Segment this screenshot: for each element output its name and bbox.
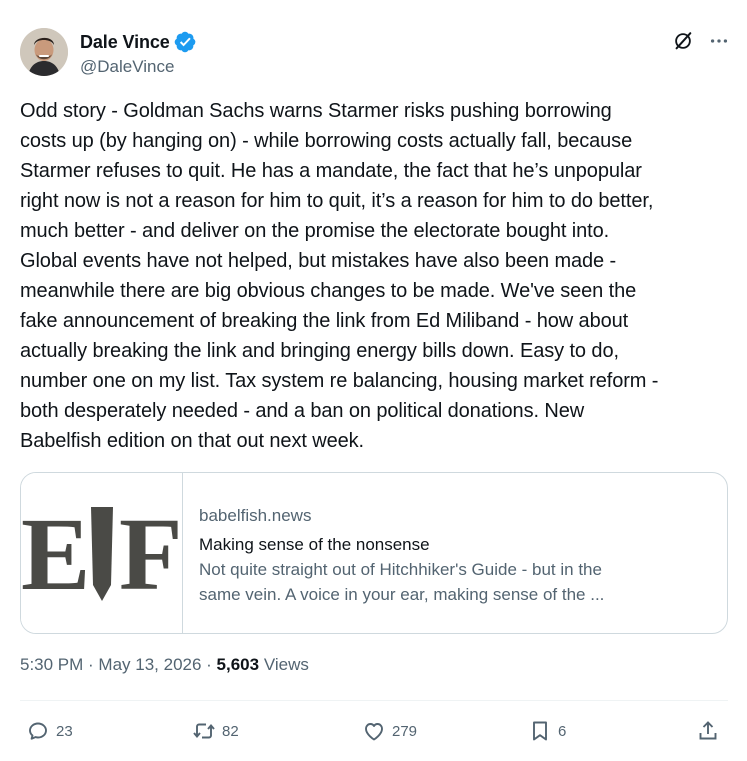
action-bar: 23 82 279 6 <box>26 716 726 746</box>
user-info: Dale Vince @DaleVince <box>80 30 196 77</box>
bookmark-count: 6 <box>558 722 567 740</box>
link-card-thumbnail: E F <box>21 473 183 633</box>
reply-icon <box>29 722 47 740</box>
avatar-image <box>20 28 68 76</box>
link-card-description-2: same vein. A voice in your ear, making s… <box>199 585 605 604</box>
reply-count: 23 <box>56 722 73 740</box>
avatar[interactable] <box>20 28 68 76</box>
link-card-domain: babelfish.news <box>199 506 312 525</box>
link-card-title: Making sense of the nonsense <box>199 535 430 554</box>
views-label: Views <box>259 655 309 674</box>
link-card-description-1: Not quite straight out of Hitchhiker's G… <box>199 560 602 579</box>
meta-separator: · <box>201 655 217 674</box>
bookmark-button[interactable]: 6 <box>528 716 566 746</box>
like-button[interactable]: 279 <box>362 716 417 746</box>
tweet-date[interactable]: May 13, 2026 <box>98 655 201 675</box>
tweet-time[interactable]: 5:30 PM <box>20 655 83 675</box>
name-row: Dale Vince <box>80 30 196 54</box>
verified-badge-icon[interactable] <box>174 31 196 53</box>
babelfish-logo: E F <box>21 497 183 612</box>
bookmark-icon <box>533 721 547 741</box>
views-count[interactable]: 5,603 <box>217 655 260 675</box>
tweet-text: Odd story - Goldman Sachs warns Starmer … <box>20 100 659 452</box>
repost-button[interactable]: 82 <box>192 716 239 746</box>
link-card[interactable]: E F babelfish.news Making sense of the n… <box>20 472 728 634</box>
share-button[interactable] <box>696 716 720 746</box>
repost-icon <box>193 723 215 739</box>
tweet-meta: 5:30 PM · May 13, 2026 · 5,603 Views <box>20 655 309 675</box>
divider <box>20 700 728 701</box>
reply-button[interactable]: 23 <box>26 716 73 746</box>
author-handle[interactable]: @DaleVince <box>80 57 196 77</box>
heart-icon <box>365 723 383 741</box>
link-card-body: babelfish.news Making sense of the nonse… <box>183 473 620 633</box>
author-name[interactable]: Dale Vince <box>80 32 170 53</box>
repost-count: 82 <box>222 722 239 740</box>
tweet-header: Dale Vince @DaleVince <box>20 28 730 80</box>
meta-separator: · <box>83 655 99 674</box>
grok-icon[interactable] <box>672 30 694 52</box>
more-icon[interactable] <box>708 30 730 52</box>
share-icon <box>699 721 717 740</box>
svg-text:E: E <box>21 497 86 612</box>
svg-text:F: F <box>119 497 183 612</box>
like-count: 279 <box>392 722 418 740</box>
